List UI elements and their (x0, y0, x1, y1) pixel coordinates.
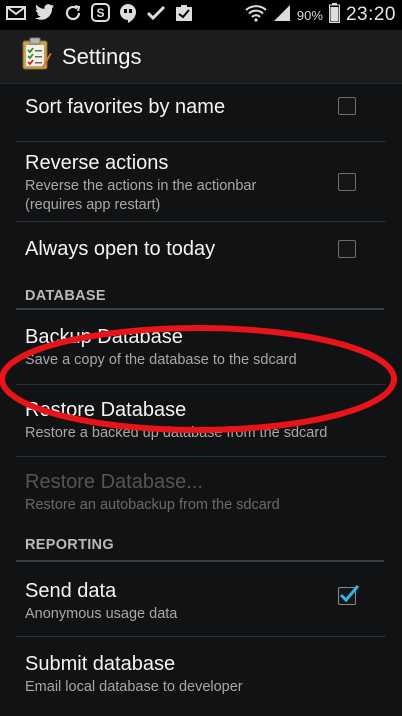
pref-sort-favorites[interactable]: Sort favorites by name (0, 84, 402, 142)
pref-title: Sort favorites by name (25, 96, 226, 118)
send-data-checkbox[interactable] (338, 585, 360, 605)
preferences-list: Sort favorites by name Reverse actions R… (0, 84, 402, 697)
pref-title: Restore Database... (25, 471, 203, 493)
pref-summary: Restore a backed up database from the sd… (25, 425, 328, 441)
clock: 23:20 (345, 4, 396, 25)
action-bar: Settings (0, 30, 402, 84)
mail-icon (6, 5, 26, 26)
status-bar: S 90% 23:20 (0, 0, 402, 30)
sort-favorites-checkbox[interactable] (338, 97, 356, 115)
battery-icon (328, 2, 340, 28)
page-title: Settings (62, 43, 142, 69)
pref-backup-database[interactable]: Backup Database Save a copy of the datab… (0, 310, 402, 385)
wifi-icon (245, 4, 267, 27)
pref-restore-autobackup: Restore Database... Restore an autobacku… (0, 457, 402, 529)
skype-icon: S (91, 3, 110, 27)
clipboard-settings-icon[interactable] (20, 37, 52, 76)
section-title: DATABASE (25, 288, 106, 304)
hangouts-icon (119, 3, 137, 28)
notification-icons: S (6, 3, 193, 28)
pref-submit-database[interactable]: Submit database Email local database to … (0, 637, 402, 697)
pref-reverse-actions[interactable]: Reverse actions Reverse the actions in t… (0, 142, 402, 222)
section-header-database: DATABASE (0, 280, 402, 310)
svg-text:S: S (96, 6, 104, 20)
checkmark-icon (339, 585, 360, 603)
section-title: REPORTING (25, 537, 114, 553)
pref-title: Restore Database (25, 399, 187, 421)
pref-summary: Email local database to developer (25, 679, 243, 695)
twitter-icon (35, 4, 55, 26)
pref-title: Backup Database (25, 326, 183, 348)
battery-percent: 90% (296, 7, 323, 23)
pref-restore-database[interactable]: Restore Database Restore a backed up dat… (0, 385, 402, 457)
pref-summary: Save a copy of the database to the sdcar… (25, 352, 297, 368)
pref-summary-line: Reverse the actions in the actionbar (25, 178, 257, 194)
pref-summary: Anonymous usage data (25, 606, 178, 622)
pref-always-open-today[interactable]: Always open to today (0, 222, 402, 280)
signal-icon (273, 4, 291, 27)
pref-title: Send data (25, 580, 117, 602)
pref-send-data[interactable]: Send data Anonymous usage data (0, 562, 402, 637)
pref-summary: Reverse the actions in the actionbar (re… (25, 177, 332, 215)
pref-title: Submit database (25, 653, 176, 675)
pref-title: Reverse actions (25, 152, 169, 174)
section-header-reporting: REPORTING (0, 529, 402, 562)
tasks-icon (175, 4, 193, 27)
pref-summary: Restore an autobackup from the sdcard (25, 497, 280, 513)
pref-summary-line: (requires app restart) (25, 197, 161, 213)
reverse-actions-checkbox[interactable] (338, 173, 356, 191)
check-icon (146, 5, 166, 26)
pref-title: Always open to today (25, 238, 216, 260)
sync-icon (64, 4, 82, 27)
always-open-today-checkbox[interactable] (338, 240, 356, 258)
